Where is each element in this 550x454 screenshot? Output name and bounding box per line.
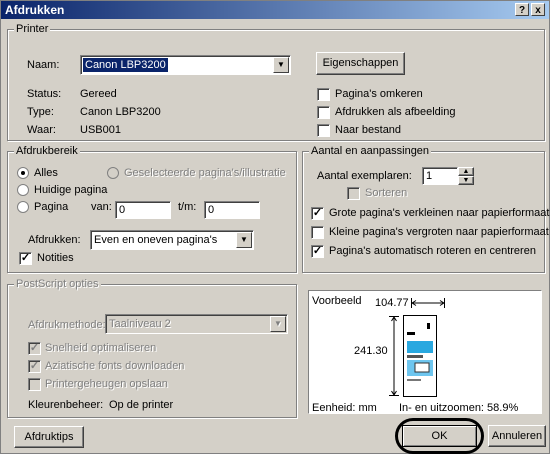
spin-up-icon[interactable]: ▲: [458, 167, 474, 176]
height-arrow-icon: [389, 316, 399, 396]
type-label: Type:: [27, 106, 54, 118]
preview-unit: Eenheid: mm: [312, 402, 377, 414]
collate-label: Sorteren: [365, 187, 408, 199]
notes-checkbox[interactable]: ✓: [19, 252, 32, 265]
help-button[interactable]: ?: [515, 3, 529, 16]
print-to-file-label: Naar bestand: [335, 124, 402, 136]
title-bar: Afdrukken ? x: [1, 1, 549, 19]
print-as-image-label: Afdrukken als afbeelding: [335, 106, 456, 118]
fast-checkbox[interactable]: ✓: [28, 342, 41, 355]
postscript-legend: PostScript opties: [14, 278, 101, 290]
spin-down-icon[interactable]: ▼: [458, 176, 474, 185]
print-subset-select[interactable]: Even en oneven pagina's ▼: [90, 230, 254, 250]
method-label: Afdrukmethode:: [28, 319, 106, 331]
range-legend: Afdrukbereik: [14, 145, 80, 157]
copies-spinner[interactable]: ▲ ▼: [458, 167, 474, 185]
auto-rotate-label: Pagina's automatisch roteren en centrere…: [329, 245, 536, 257]
range-current-label: Huidige pagina: [34, 184, 108, 196]
print-tips-button[interactable]: Afdruktips: [14, 426, 84, 448]
range-selection-radio[interactable]: [107, 167, 119, 179]
color-management-value: Op de printer: [109, 399, 174, 411]
from-page-input[interactable]: 0: [115, 201, 171, 219]
range-selection-label: Geselecteerde pagina's/illustratie: [124, 167, 286, 179]
range-pages-label: Pagina: [34, 201, 69, 213]
collate-checkbox[interactable]: [347, 187, 360, 200]
auto-rotate-checkbox[interactable]: ✓: [311, 245, 324, 258]
type-value: Canon LBP3200: [80, 106, 161, 118]
where-value: USB001: [80, 124, 121, 136]
preview-title: Voorbeeld: [312, 295, 362, 307]
printer-legend: Printer: [14, 23, 51, 35]
reverse-pages-label: Pagina's omkeren: [335, 88, 423, 100]
color-management-label: Kleurenbeheer:: [28, 399, 104, 411]
print-to-file-checkbox[interactable]: [317, 124, 330, 137]
notes-label: Notities: [37, 252, 74, 264]
reverse-pages-checkbox[interactable]: [317, 88, 330, 101]
status-label: Status:: [27, 88, 62, 100]
shrink-to-fit-checkbox[interactable]: ✓: [311, 207, 324, 220]
enlarge-to-fit-label: Kleine pagina's vergroten naar papierfor…: [329, 226, 549, 238]
chevron-down-icon[interactable]: ▼: [273, 57, 289, 73]
chevron-down-icon[interactable]: ▼: [236, 232, 252, 248]
window-title: Afdrukken: [5, 3, 65, 17]
print-as-image-checkbox[interactable]: [317, 106, 330, 119]
printer-name-select[interactable]: Canon LBP3200 ▼: [80, 55, 291, 75]
properties-button[interactable]: Eigenschappen: [316, 52, 405, 75]
asian-fonts-checkbox[interactable]: ✓: [28, 360, 41, 373]
save-memory-label: Printergeheugen opslaan: [45, 378, 168, 390]
copies-legend: Aantal en aanpassingen: [309, 145, 432, 157]
name-label: Naam:: [27, 59, 60, 71]
copies-count-label: Aantal exemplaren:: [317, 170, 412, 182]
from-label: van:: [91, 201, 112, 213]
page-thumbnail: [403, 315, 437, 397]
where-label: Waar:: [27, 124, 56, 136]
print-subset-value: Even en oneven pagina's: [94, 234, 218, 246]
printer-name-value: Canon LBP3200: [83, 58, 168, 72]
chevron-down-icon[interactable]: ▼: [270, 316, 286, 332]
ok-button[interactable]: OK: [402, 425, 477, 447]
range-all-radio[interactable]: [17, 167, 29, 179]
to-label: t/m:: [178, 201, 197, 213]
range-pages-radio[interactable]: [17, 201, 29, 213]
preview-width: 104.77: [375, 297, 409, 309]
print-subset-label: Afdrukken:: [28, 234, 81, 246]
width-arrow-icon: [411, 298, 445, 308]
preview-height: 241.30: [354, 344, 388, 358]
preview-pane: Voorbeeld 104.77 241.30 Eenheid: mm In- …: [308, 290, 542, 414]
shrink-to-fit-label: Grote pagina's verkleinen naar papierfor…: [329, 207, 550, 219]
cancel-button[interactable]: Annuleren: [488, 425, 546, 447]
enlarge-to-fit-checkbox[interactable]: [311, 226, 324, 239]
method-value: Taalniveau 2: [109, 318, 171, 330]
save-memory-checkbox[interactable]: [28, 378, 41, 391]
copies-count-input[interactable]: 1: [422, 167, 458, 185]
fast-label: Snelheid optimaliseren: [45, 342, 157, 354]
print-dialog: Afdrukken ? x Printer Naam: Canon LBP320…: [0, 0, 550, 454]
close-button[interactable]: x: [531, 3, 545, 16]
preview-zoom: In- en uitzoomen: 58.9%: [399, 402, 519, 414]
status-value: Gereed: [80, 88, 117, 100]
method-select[interactable]: Taalniveau 2 ▼: [105, 314, 288, 334]
to-page-input[interactable]: 0: [204, 201, 260, 219]
range-all-label: Alles: [34, 167, 58, 179]
range-current-radio[interactable]: [17, 184, 29, 196]
asian-fonts-label: Aziatische fonts downloaden: [45, 360, 185, 372]
